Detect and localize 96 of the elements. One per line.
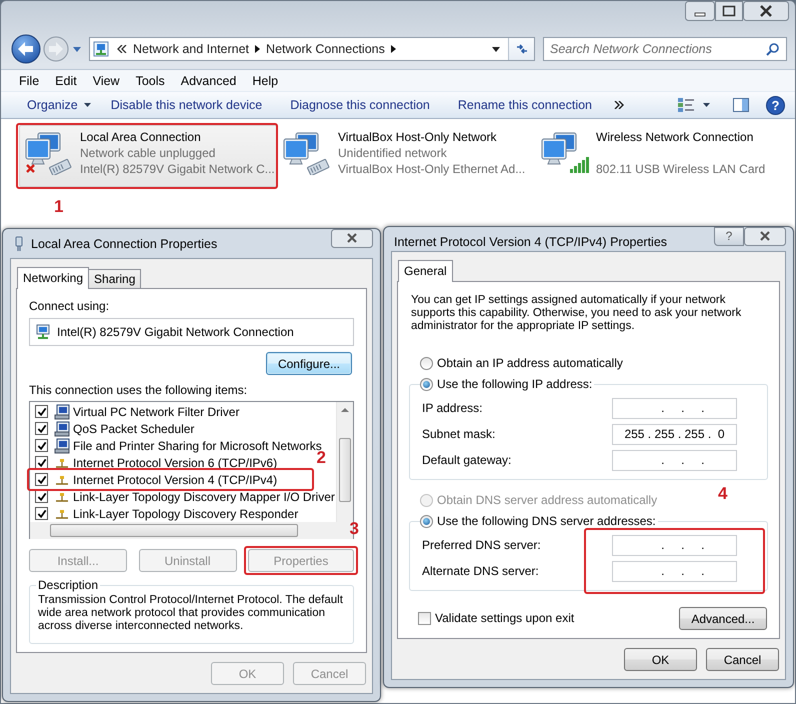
field-label: Subnet mask:: [422, 426, 496, 443]
refresh-icon: [514, 42, 528, 56]
adapter-name: Intel(R) 82579V Gigabit Network Connection: [57, 325, 294, 339]
configure-button[interactable]: Configure...: [266, 352, 352, 375]
breadcrumb-item[interactable]: Network and Internet: [133, 42, 250, 56]
field-label: Default gateway:: [422, 452, 512, 469]
menu-item[interactable]: Edit: [47, 72, 85, 90]
field-label: This connection uses the following items:: [29, 383, 248, 397]
device-name: Intel(R) 82579V Gigabit Network C...: [80, 161, 272, 177]
search-icon[interactable]: [766, 42, 780, 56]
menu-item[interactable]: Tools: [128, 72, 173, 90]
dialog-button[interactable]: Cancel: [706, 648, 779, 671]
checkbox[interactable]: [35, 507, 48, 520]
help-button[interactable]: ?: [714, 227, 744, 246]
command-button[interactable]: Organize: [19, 94, 86, 116]
chevron-icon: [117, 45, 127, 53]
tab[interactable]: General: [398, 260, 453, 282]
network-folder-icon: [93, 41, 109, 57]
ip-address-field[interactable]: . . .: [612, 535, 737, 556]
window-title: Internet Protocol Version 4 (TCP/IPv4) Properties: [394, 235, 668, 249]
close-button[interactable]: [743, 1, 789, 21]
close-button[interactable]: [331, 229, 373, 248]
field-label: Preferred DNS server:: [422, 537, 541, 554]
search-field[interactable]: Search Network Connections: [543, 37, 787, 61]
checkbox-label[interactable]: Validate settings upon exit: [435, 611, 574, 625]
advanced-button[interactable]: Advanced...: [679, 607, 767, 630]
ip-address-field[interactable]: 255 . 255 . 255 . 0: [612, 424, 737, 445]
list-item[interactable]: QoS Packet Scheduler: [73, 422, 194, 436]
radio-button[interactable]: [420, 378, 433, 390]
radio-label[interactable]: Obtain an IP address automatically: [437, 356, 623, 370]
checkbox[interactable]: [35, 405, 48, 418]
annotation-number: 4: [718, 485, 728, 503]
tab[interactable]: Sharing: [88, 269, 142, 288]
view-icon[interactable]: [677, 97, 695, 113]
list-item[interactable]: Virtual PC Network Filter Driver: [73, 404, 240, 418]
command-button[interactable]: Diagnose this connection: [282, 94, 438, 116]
device-name: 802.11 USB Wireless LAN Card: [596, 161, 766, 177]
ip-address-field[interactable]: . . .: [612, 398, 737, 419]
chevron-icon[interactable]: [614, 101, 624, 109]
window-title: Local Area Connection Properties: [31, 237, 218, 251]
field-label: Alternate DNS server:: [422, 563, 540, 580]
group-title: Description: [38, 578, 98, 592]
help-icon[interactable]: ?: [766, 96, 785, 114]
field-label: IP address:: [422, 400, 484, 417]
checkbox[interactable]: [35, 490, 48, 503]
connection-item[interactable]: VirtualBox Host-Only Network Unidentified network VirtualBox Host-Only Ethernet Ad...: [277, 125, 535, 187]
radio-button[interactable]: [420, 514, 433, 528]
connection-item[interactable]: Wireless Network Connection 802.11 USB Wireless LAN Card: [535, 125, 793, 187]
menu-item[interactable]: File: [11, 72, 48, 90]
radio-label[interactable]: Use the following DNS server addresses:: [437, 514, 656, 528]
command-button[interactable]: Rename this connection: [450, 94, 600, 116]
annotation-number: 1: [54, 198, 64, 216]
checkbox[interactable]: [35, 456, 48, 469]
close-button[interactable]: [744, 227, 786, 246]
field-label: Connect using:: [29, 299, 110, 313]
connection-name: Wireless Network Connection: [596, 129, 754, 145]
command-button[interactable]: Disable this network device: [102, 94, 270, 116]
description-text: Transmission Control Protocol/Internet Protocol. The default wide area network protocol that provides communication across diverse interconnected networks.: [38, 594, 344, 633]
radio-label[interactable]: Use the following IP address:: [437, 377, 592, 391]
network-computer-icon: [35, 324, 51, 340]
dialog-button[interactable]: OK: [624, 648, 697, 671]
list-item[interactable]: Link-Layer Topology Discovery Responder: [73, 506, 298, 520]
list-item[interactable]: Internet Protocol Version 6 (TCP/IPv6): [73, 456, 278, 470]
connection-name: VirtualBox Host-Only Network: [338, 129, 498, 145]
back-button[interactable]: [11, 34, 41, 64]
address-bar[interactable]: Network and Internet Network Connections: [89, 37, 535, 61]
checkbox[interactable]: [35, 439, 48, 452]
checkbox[interactable]: [418, 612, 431, 624]
caret-icon[interactable]: [492, 46, 500, 52]
intro-text: You can get IP settings assigned automatically if your network supports this capability. Otherwise, you need to ask your network administrator for the appropriate IP settings.: [411, 294, 742, 333]
connection-name: Local Area Connection: [80, 129, 202, 145]
menu-item[interactable]: Help: [244, 72, 286, 90]
menu-item[interactable]: Advanced: [172, 72, 244, 90]
connection-status: Unidentified network: [338, 145, 448, 161]
preview-pane-icon[interactable]: [732, 97, 750, 113]
tab[interactable]: Networking: [17, 267, 90, 289]
ip-address-field[interactable]: . . .: [612, 561, 737, 582]
connection-status: Network cable unplugged: [80, 145, 216, 161]
breadcrumb-arrow-icon[interactable]: [390, 45, 396, 53]
refresh-button[interactable]: [508, 38, 534, 60]
vertical-scrollbar[interactable]: [336, 402, 353, 522]
ip-address-field[interactable]: . . .: [612, 450, 737, 471]
maximize-button[interactable]: [715, 1, 743, 21]
checkbox[interactable]: [35, 422, 48, 435]
breadcrumb-item[interactable]: Network Connections: [266, 42, 385, 56]
network-adapter-icon: [13, 236, 25, 252]
minimize-button[interactable]: [685, 1, 715, 21]
caret-icon[interactable]: [703, 103, 710, 107]
caret-icon[interactable]: [84, 103, 91, 107]
checkbox[interactable]: [35, 473, 48, 486]
list-item[interactable]: Internet Protocol Version 4 (TCP/IPv4): [73, 472, 278, 486]
breadcrumb-arrow-icon[interactable]: [255, 45, 260, 53]
radio-button[interactable]: [420, 356, 433, 370]
list-item[interactable]: Link-Layer Topology Discovery Mapper I/O Driver: [73, 490, 335, 504]
device-name: VirtualBox Host-Only Ethernet Ad...: [338, 161, 526, 177]
menu-item[interactable]: View: [84, 72, 128, 90]
